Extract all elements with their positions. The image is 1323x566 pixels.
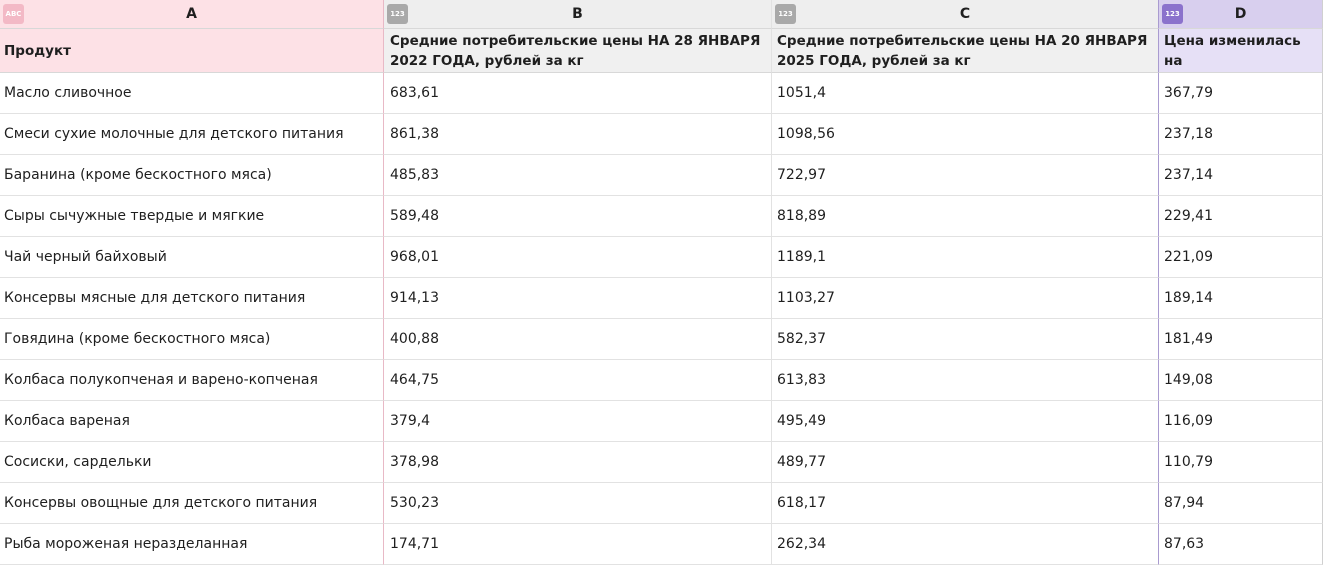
cell-price-2025[interactable]: 1103,27 [771,278,1158,319]
column-letter: B [572,6,583,22]
column-header-c[interactable]: 123 C [771,0,1158,29]
number-type-icon: 123 [1162,4,1183,24]
cell-product[interactable]: Говядина (кроме бескостного мяса) [0,319,383,360]
cell-price-2025[interactable]: 618,17 [771,483,1158,524]
header-cell-price-change[interactable]: Цена изменилась на [1158,29,1323,73]
cell-price-2022[interactable]: 530,23 [383,483,771,524]
cell-product[interactable]: Баранина (кроме бескостного мяса) [0,155,383,196]
cell-product[interactable]: Сосиски, сардельки [0,442,383,483]
cell-product[interactable]: Масло сливочное [0,73,383,114]
cell-price-2025[interactable]: 1189,1 [771,237,1158,278]
cell-price-2022[interactable]: 174,71 [383,524,771,565]
cell-product[interactable]: Колбаса вареная [0,401,383,442]
cell-price-2022[interactable]: 861,38 [383,114,771,155]
column-header-d[interactable]: 123 D [1158,0,1323,29]
cell-price-change[interactable]: 367,79 [1158,73,1323,114]
header-cell-product[interactable]: Продукт [0,29,383,73]
cell-price-change[interactable]: 110,79 [1158,442,1323,483]
cell-price-2022[interactable]: 914,13 [383,278,771,319]
number-type-icon: 123 [387,4,408,24]
cell-price-2022[interactable]: 464,75 [383,360,771,401]
cell-product[interactable]: Сыры сычужные твердые и мягкие [0,196,383,237]
cell-product[interactable]: Колбаса полукопченая и варено-копченая [0,360,383,401]
cell-price-2025[interactable]: 489,77 [771,442,1158,483]
cell-price-2022[interactable]: 378,98 [383,442,771,483]
header-cell-price-2022[interactable]: Средние потребительские цены НА 28 ЯНВАР… [383,29,771,73]
column-header-a[interactable]: ABC A [0,0,383,29]
cell-product[interactable]: Рыба мороженая неразделанная [0,524,383,565]
cell-price-2025[interactable]: 495,49 [771,401,1158,442]
cell-price-change[interactable]: 116,09 [1158,401,1323,442]
spreadsheet-grid: ABC A 123 B 123 C 123 D Продукт Средние … [0,0,1323,566]
cell-price-2025[interactable]: 722,97 [771,155,1158,196]
cell-price-2025[interactable]: 262,34 [771,524,1158,565]
cell-price-2025[interactable]: 1098,56 [771,114,1158,155]
cell-product[interactable]: Смеси сухие молочные для детского питани… [0,114,383,155]
column-letter: A [186,6,197,22]
cell-price-change[interactable]: 149,08 [1158,360,1323,401]
cell-product[interactable]: Чай черный байховый [0,237,383,278]
cell-price-change[interactable]: 181,49 [1158,319,1323,360]
cell-price-2022[interactable]: 379,4 [383,401,771,442]
number-type-icon: 123 [775,4,796,24]
cell-price-2025[interactable]: 1051,4 [771,73,1158,114]
cell-price-change[interactable]: 87,94 [1158,483,1323,524]
cell-price-change[interactable]: 237,14 [1158,155,1323,196]
cell-price-change[interactable]: 221,09 [1158,237,1323,278]
cell-price-change[interactable]: 229,41 [1158,196,1323,237]
column-letter: D [1234,6,1247,22]
column-header-b[interactable]: 123 B [383,0,771,29]
cell-price-2022[interactable]: 683,61 [383,73,771,114]
cell-price-change[interactable]: 189,14 [1158,278,1323,319]
cell-price-2022[interactable]: 485,83 [383,155,771,196]
header-cell-price-2025[interactable]: Средние потребительские цены НА 20 ЯНВАР… [771,29,1158,73]
cell-price-change[interactable]: 87,63 [1158,524,1323,565]
cell-product[interactable]: Консервы овощные для детского питания [0,483,383,524]
cell-price-2025[interactable]: 613,83 [771,360,1158,401]
cell-price-2025[interactable]: 818,89 [771,196,1158,237]
column-letter: C [959,6,971,22]
cell-price-2022[interactable]: 400,88 [383,319,771,360]
cell-product[interactable]: Консервы мясные для детского питания [0,278,383,319]
cell-price-2025[interactable]: 582,37 [771,319,1158,360]
cell-price-change[interactable]: 237,18 [1158,114,1323,155]
text-type-icon: ABC [3,4,24,24]
cell-price-2022[interactable]: 968,01 [383,237,771,278]
cell-price-2022[interactable]: 589,48 [383,196,771,237]
